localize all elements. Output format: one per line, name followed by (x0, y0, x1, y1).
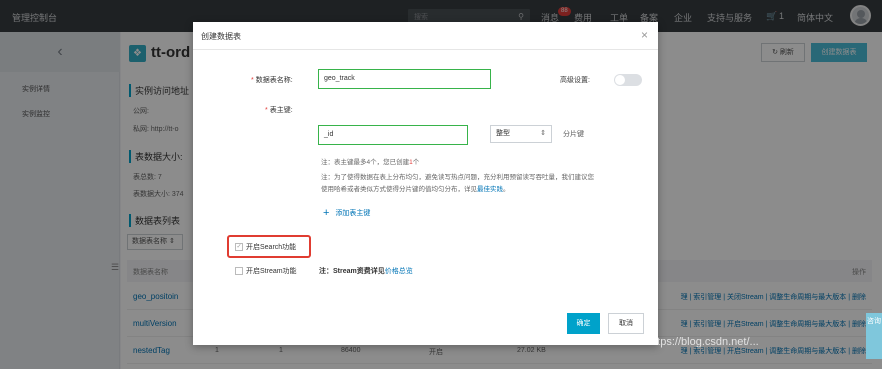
primary-key-input[interactable]: _id (318, 125, 468, 145)
stream-pricing-note: 注：Stream资费详见价格总览 (319, 268, 413, 275)
best-practice-link[interactable]: 最佳实践 (477, 186, 503, 193)
primary-key-label: * 表主键: (265, 107, 293, 114)
search-checkbox[interactable]: ✓ (235, 243, 243, 251)
distribution-note-line2: 使用哈希或者类似方式使得分片键的值均匀分布，详见最佳实践。 (321, 186, 510, 193)
cancel-button[interactable]: 取消 (608, 313, 644, 334)
dialog-header: 创建数据表 × (193, 22, 658, 50)
select-arrow-icon: ⇕ (540, 130, 546, 137)
search-checkbox-label[interactable]: 开启Search功能 (246, 242, 296, 252)
advanced-settings-toggle[interactable] (614, 74, 642, 86)
dialog-title: 创建数据表 (201, 32, 241, 41)
watermark: https://blog.csdn.net/... (648, 336, 759, 348)
advanced-settings-label: 高级设置: (560, 77, 590, 84)
distribution-note-line1: 注：为了使得数据在表上分布均匀，避免读写热点问题，充分利用预留读写吞吐量，我们建… (321, 174, 594, 181)
table-name-label: * 数据表名称: (251, 77, 293, 84)
plus-icon: + (323, 207, 330, 219)
create-table-dialog: 创建数据表 × * 数据表名称: geo_track 高级设置: * 表主键: _i… (193, 22, 658, 345)
add-primary-key-button[interactable]: + 添加表主键 (323, 207, 370, 219)
close-icon[interactable]: × (641, 28, 648, 42)
pricing-link[interactable]: 价格总览 (385, 268, 413, 275)
pk-limit-note: 注：表主键最多4个，您已创建1个 (321, 159, 420, 166)
stream-checkbox-label[interactable]: 开启Stream功能 (246, 266, 297, 276)
stream-checkbox[interactable] (235, 267, 243, 275)
table-name-input[interactable]: geo_track (318, 69, 491, 89)
consult-widget[interactable]: 咨询 (866, 313, 882, 359)
confirm-button[interactable]: 确定 (567, 313, 600, 334)
primary-key-type-select[interactable]: 整型 ⇕ (490, 125, 552, 143)
partition-key-label: 分片键 (563, 131, 584, 138)
